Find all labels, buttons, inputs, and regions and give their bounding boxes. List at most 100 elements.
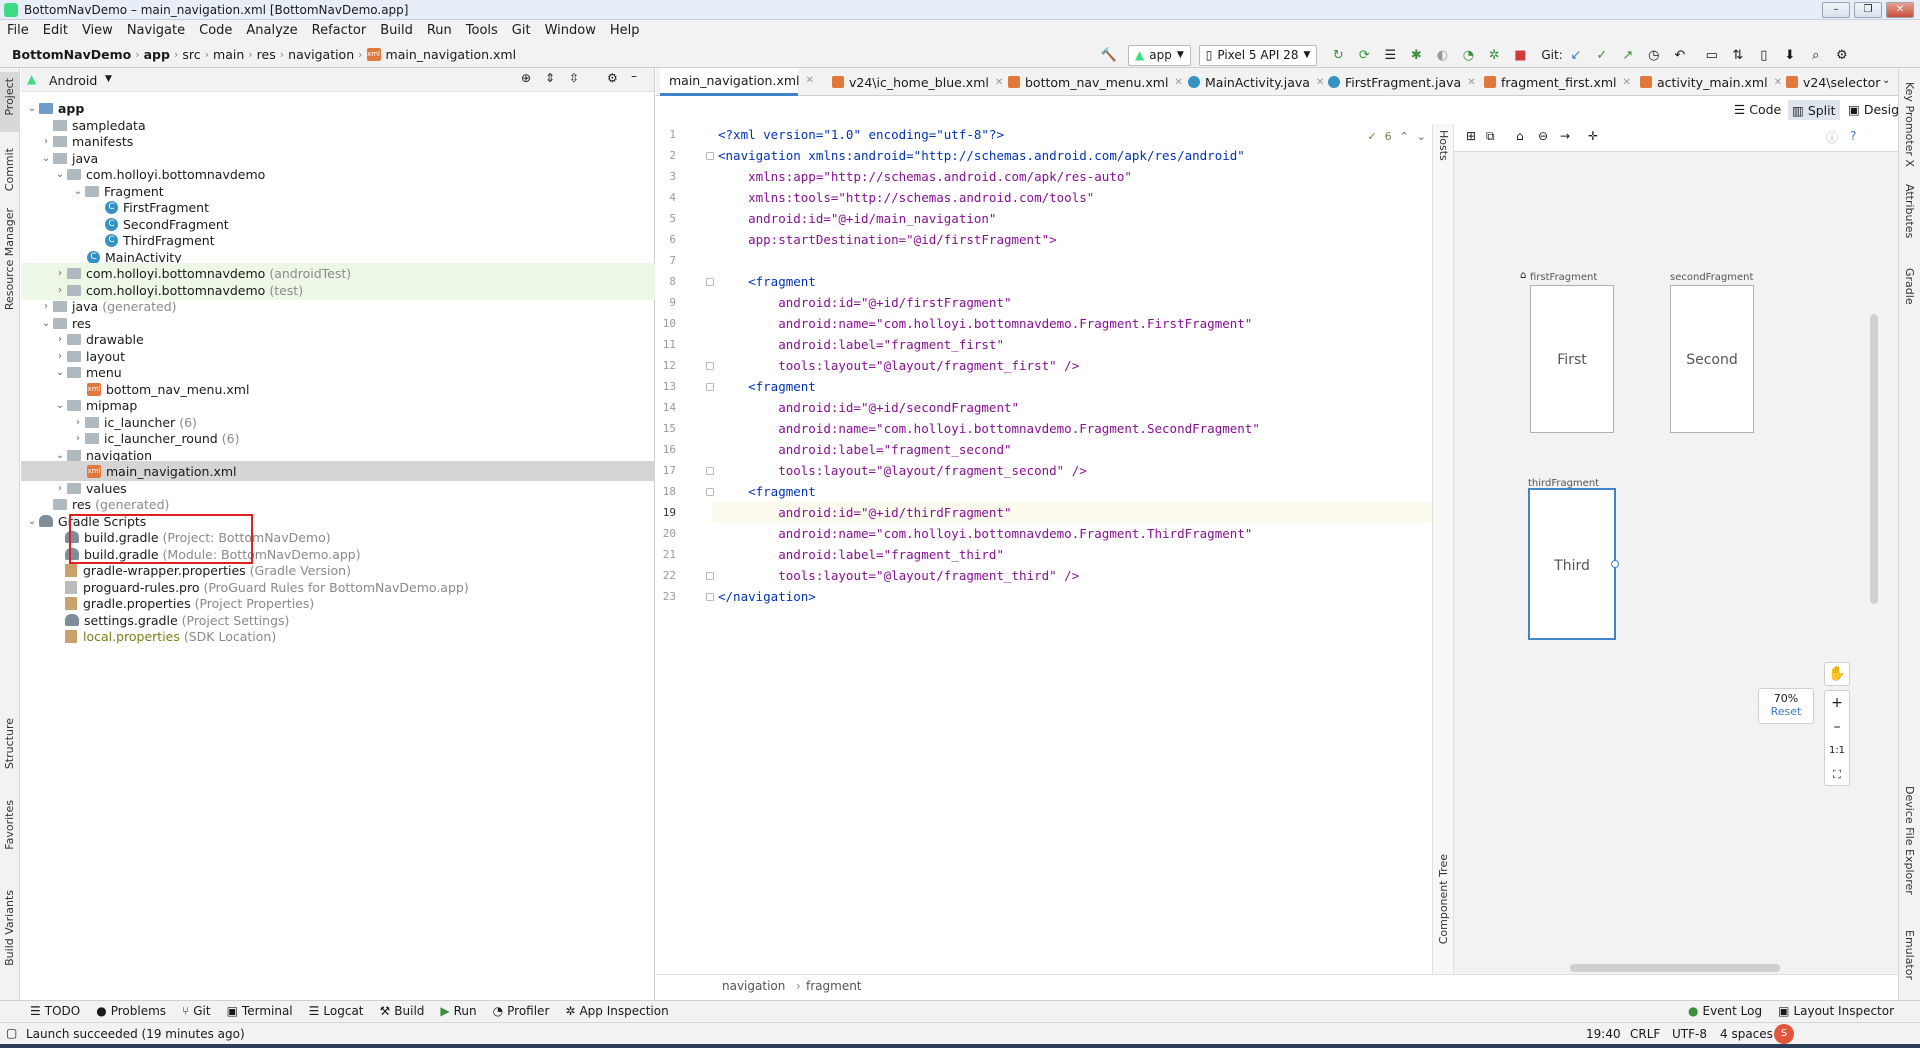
apply-code-changes-icon[interactable]: ⟳ — [1353, 44, 1375, 66]
key-promoter-tab[interactable]: Key Promoter X — [1903, 82, 1916, 167]
pan-icon[interactable]: ✋ — [1824, 662, 1850, 686]
tab-activity-main[interactable]: activity_main.xml ✕ — [1636, 68, 1782, 96]
fold-marker[interactable] — [706, 572, 714, 580]
emulator-tab[interactable]: Emulator — [1903, 930, 1916, 980]
menu-file[interactable]: File — [0, 20, 36, 38]
todo-tool-button[interactable]: ☰ TODO — [30, 1004, 80, 1018]
code-editor[interactable]: ✓ 6 ⌃ ⌄ <?xml version="1.0" encoding="utf-8… — [706, 124, 1432, 974]
commit-tool-tab[interactable]: Commit — [3, 148, 16, 191]
gear-icon[interactable]: ⚙ — [607, 71, 618, 85]
app-inspection-tool-button[interactable]: ✲ App Inspection — [565, 1004, 668, 1018]
device-file-explorer-tab[interactable]: Device File Explorer — [1903, 786, 1916, 895]
zoom-in-button[interactable]: + — [1825, 691, 1849, 715]
terminal-tool-button[interactable]: ▣ Terminal — [227, 1004, 293, 1018]
profiler-tool-button[interactable]: ◔ Profiler — [493, 1004, 550, 1018]
settings-icon[interactable]: ⚙ — [1831, 44, 1853, 66]
tab-main-activity[interactable]: MainActivity.java ✕ — [1184, 68, 1324, 96]
menu-navigate[interactable]: Navigate — [120, 20, 192, 38]
problems-tool-button[interactable]: ● Problems — [96, 1004, 166, 1018]
close-button[interactable]: ✕ — [1886, 2, 1914, 18]
tab-fragment-first[interactable]: fragment_first.xml ✕ — [1480, 68, 1631, 96]
status-message[interactable]: Launch succeeded (19 minutes ago) — [26, 1027, 245, 1041]
menu-refactor[interactable]: Refactor — [305, 20, 374, 38]
menu-tools[interactable]: Tools — [459, 20, 505, 38]
sync-gradle-icon[interactable]: ⇅ — [1727, 44, 1749, 66]
project-view-select[interactable]: Android — [49, 73, 97, 88]
project-tool-tab[interactable]: Project — [3, 78, 16, 116]
copy-icon[interactable]: ⧉ — [1486, 129, 1495, 144]
breadcrumb-project[interactable]: BottomNavDemo — [8, 47, 135, 62]
chevron-down-icon[interactable]: ▼ — [105, 74, 112, 84]
destination-second-fragment[interactable]: Second — [1670, 285, 1754, 433]
chevron-down-icon[interactable]: ⌄ — [1882, 75, 1890, 86]
breadcrumb-navigation[interactable]: navigation — [284, 47, 358, 62]
gradle-tab[interactable]: Gradle — [1903, 268, 1916, 305]
help-icon[interactable]: ? — [1850, 129, 1856, 143]
arrow-right-icon[interactable]: → — [1560, 129, 1570, 143]
horizontal-scrollbar[interactable] — [1570, 964, 1780, 972]
minimize-button[interactable]: – — [1822, 2, 1850, 18]
tab-bottom-nav-menu[interactable]: bottom_nav_menu.xml ✕ — [1004, 68, 1183, 96]
rollback-icon[interactable]: ↶ — [1669, 44, 1691, 66]
expand-all-icon[interactable]: ⇕ — [545, 71, 555, 85]
menu-build[interactable]: Build — [373, 20, 420, 38]
maximize-button[interactable]: ❐ — [1854, 2, 1882, 18]
locate-icon[interactable]: ⊕ — [521, 71, 531, 85]
logcat-tool-button[interactable]: ☰ Logcat — [309, 1004, 364, 1018]
tree-item-local-properties[interactable]: local.properties (SDK Location) — [21, 626, 655, 646]
attach-process-icon[interactable]: ✲ — [1483, 44, 1505, 66]
breadcrumb-src[interactable]: src — [178, 47, 204, 62]
breadcrumb-navigation-tag[interactable]: navigation — [722, 979, 785, 993]
history-icon[interactable]: ◷ — [1643, 44, 1665, 66]
build-tool-button[interactable]: ⚒ Build — [380, 1004, 425, 1018]
run-config-select[interactable]: ▲ app ▼ — [1128, 44, 1191, 66]
warning-icon[interactable]: ⓘ — [1826, 129, 1838, 146]
fold-marker[interactable] — [706, 467, 714, 475]
new-destination-icon[interactable]: ⊞ — [1466, 129, 1476, 143]
hammer-icon[interactable]: 🔨 — [1098, 44, 1120, 66]
hosts-tab[interactable]: Hosts — [1437, 130, 1450, 161]
input-method-icon[interactable]: S — [1774, 1024, 1794, 1044]
fold-marker[interactable] — [706, 362, 714, 370]
collapse-all-icon[interactable]: ⇳ — [569, 71, 579, 85]
breadcrumb-file[interactable]: main_navigation.xml — [386, 47, 521, 62]
tab-main-navigation[interactable]: main_navigation.xml ✕ — [660, 68, 814, 96]
tab-first-fragment[interactable]: FirstFragment.java ✕ — [1324, 68, 1476, 96]
action-handle[interactable] — [1611, 560, 1619, 568]
fold-marker[interactable] — [706, 488, 714, 496]
tab-selector[interactable]: v24\selector — [1782, 68, 1880, 96]
git-update-icon[interactable]: ↙ — [1565, 44, 1587, 66]
layout-inspector-button[interactable]: ▣ Layout Inspector — [1778, 1004, 1894, 1018]
status-toggle-icon[interactable]: ▢ — [6, 1026, 17, 1040]
fold-marker[interactable] — [706, 278, 714, 286]
device-select[interactable]: ▯ Pixel 5 API 28 ▼ — [1198, 44, 1318, 66]
zoom-out-button[interactable]: – — [1825, 715, 1849, 739]
run-tool-button[interactable]: ▶ Run — [440, 1004, 476, 1018]
menu-analyze[interactable]: Analyze — [239, 20, 304, 38]
breadcrumb-fragment-tag[interactable]: fragment — [806, 979, 862, 993]
git-commit-icon[interactable]: ✓ — [1591, 44, 1613, 66]
device-manager-icon[interactable]: ▭ — [1701, 44, 1723, 66]
caret-position[interactable]: 19:40 — [1586, 1027, 1621, 1041]
reset-zoom-link[interactable]: Reset — [1759, 705, 1813, 718]
chevron-down-icon[interactable]: ⌄ — [1417, 130, 1426, 143]
indent-setting[interactable]: 4 spaces — [1720, 1027, 1773, 1041]
chevron-up-icon[interactable]: ⌃ — [1400, 130, 1409, 143]
home-icon[interactable]: ⌂ — [1516, 129, 1524, 143]
vertical-scrollbar[interactable] — [1870, 314, 1878, 604]
navigation-design-surface[interactable]: ⊞ ⧉ ⌂ ⊖ → ✛ ⓘ ? firstFragment ⌂ First se… — [1454, 124, 1898, 974]
menu-window[interactable]: Window — [538, 20, 603, 38]
destination-third-fragment[interactable]: Third — [1528, 488, 1619, 640]
attributes-tab[interactable]: Attributes — [1903, 184, 1916, 238]
link-icon[interactable]: ⊖ — [1538, 129, 1548, 143]
avd-manager-icon[interactable]: ▯ — [1753, 44, 1775, 66]
fit-screen-icon[interactable]: ⛶ — [1825, 763, 1849, 787]
structure-tool-tab[interactable]: Structure — [3, 718, 16, 769]
fold-marker[interactable] — [706, 383, 714, 391]
menu-git[interactable]: Git — [505, 20, 538, 38]
search-icon[interactable]: ⌕ — [1805, 44, 1827, 66]
fold-marker[interactable] — [706, 152, 714, 160]
line-separator[interactable]: CRLF — [1630, 1027, 1660, 1041]
split-mode-button[interactable]: ▥ Split — [1788, 100, 1840, 120]
actual-size-button[interactable]: 1:1 — [1825, 739, 1849, 763]
